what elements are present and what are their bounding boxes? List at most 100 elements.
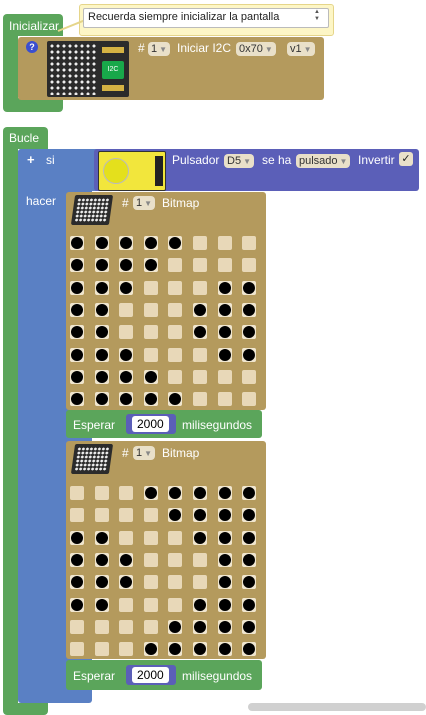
led-cell[interactable] <box>119 325 134 340</box>
led-cell[interactable] <box>193 508 207 523</box>
button-state-dropdown[interactable]: pulsado ▼ <box>296 153 351 168</box>
led-cell[interactable] <box>143 642 158 657</box>
led-cell[interactable] <box>242 236 257 250</box>
led-cell[interactable] <box>168 619 183 634</box>
led-cell[interactable] <box>94 508 109 523</box>
led-cell[interactable] <box>70 642 84 657</box>
led-cell[interactable] <box>193 392 207 407</box>
led-cell[interactable] <box>94 530 109 545</box>
led-cell[interactable] <box>94 642 109 657</box>
bitmap-1-index-dropdown[interactable]: 1 ▼ <box>133 195 156 210</box>
led-cell[interactable] <box>119 258 134 273</box>
led-cell[interactable] <box>217 392 232 407</box>
wait-2-input[interactable]: 2000 <box>132 667 169 683</box>
led-cell[interactable] <box>119 530 134 545</box>
led-cell[interactable] <box>217 325 232 340</box>
led-cell[interactable] <box>119 642 134 657</box>
led-cell[interactable] <box>193 642 207 657</box>
led-cell[interactable] <box>242 597 257 612</box>
led-cell[interactable] <box>94 575 109 590</box>
led-cell[interactable] <box>119 302 134 317</box>
led-cell[interactable] <box>217 369 232 384</box>
led-cell[interactable] <box>94 280 109 295</box>
led-cell[interactable] <box>119 597 134 612</box>
led-cell[interactable] <box>143 302 158 317</box>
led-cell[interactable] <box>143 552 158 567</box>
led-cell[interactable] <box>242 325 257 340</box>
led-cell[interactable] <box>168 486 183 500</box>
led-cell[interactable] <box>70 325 84 340</box>
led-cell[interactable] <box>193 619 207 634</box>
wait-1-input[interactable]: 2000 <box>132 416 169 432</box>
led-cell[interactable] <box>242 508 257 523</box>
led-cell[interactable] <box>119 552 134 567</box>
led-cell[interactable] <box>217 619 232 634</box>
led-cell[interactable] <box>70 347 84 362</box>
led-cell[interactable] <box>242 530 257 545</box>
led-cell[interactable] <box>70 552 84 567</box>
led-cell[interactable] <box>143 486 158 500</box>
if-plus-icon[interactable]: + <box>27 152 35 167</box>
led-cell[interactable] <box>70 530 84 545</box>
led-cell[interactable] <box>70 369 84 384</box>
led-cell[interactable] <box>217 642 232 657</box>
horizontal-scrollbar[interactable] <box>248 703 426 711</box>
i2c-address-dropdown[interactable]: 0x70 ▼ <box>236 41 276 56</box>
led-cell[interactable] <box>143 619 158 634</box>
led-cell[interactable] <box>242 280 257 295</box>
led-cell[interactable] <box>242 552 257 567</box>
led-cell[interactable] <box>193 258 207 273</box>
led-cell[interactable] <box>94 552 109 567</box>
led-cell[interactable] <box>119 347 134 362</box>
led-cell[interactable] <box>193 552 207 567</box>
led-cell[interactable] <box>168 597 183 612</box>
led-cell[interactable] <box>217 258 232 273</box>
comment-scroll-arrows[interactable]: ▲ ▼ <box>314 9 320 23</box>
led-cell[interactable] <box>242 486 257 500</box>
led-cell[interactable] <box>193 369 207 384</box>
led-cell[interactable] <box>168 392 183 407</box>
led-cell[interactable] <box>242 392 257 407</box>
led-cell[interactable] <box>94 369 109 384</box>
led-cell[interactable] <box>70 302 84 317</box>
led-cell[interactable] <box>168 236 183 250</box>
led-cell[interactable] <box>242 258 257 273</box>
led-cell[interactable] <box>143 597 158 612</box>
led-cell[interactable] <box>217 347 232 362</box>
led-cell[interactable] <box>217 280 232 295</box>
invert-checkbox[interactable]: ✓ <box>399 152 413 166</box>
led-cell[interactable] <box>143 325 158 340</box>
led-cell[interactable] <box>193 530 207 545</box>
led-cell[interactable] <box>242 369 257 384</box>
led-cell[interactable] <box>242 642 257 657</box>
led-cell[interactable] <box>143 392 158 407</box>
led-cell[interactable] <box>70 486 84 500</box>
led-cell[interactable] <box>70 258 84 273</box>
led-cell[interactable] <box>143 575 158 590</box>
led-cell[interactable] <box>168 508 183 523</box>
led-cell[interactable] <box>143 236 158 250</box>
led-cell[interactable] <box>143 280 158 295</box>
led-cell[interactable] <box>94 302 109 317</box>
led-cell[interactable] <box>70 597 84 612</box>
led-cell[interactable] <box>94 392 109 407</box>
led-cell[interactable] <box>217 530 232 545</box>
led-cell[interactable] <box>168 258 183 273</box>
led-cell[interactable] <box>168 302 183 317</box>
led-cell[interactable] <box>119 280 134 295</box>
led-cell[interactable] <box>119 392 134 407</box>
led-cell[interactable] <box>193 597 207 612</box>
led-cell[interactable] <box>217 302 232 317</box>
led-cell[interactable] <box>217 508 232 523</box>
led-cell[interactable] <box>119 369 134 384</box>
led-cell[interactable] <box>119 486 134 500</box>
led-cell[interactable] <box>242 302 257 317</box>
led-cell[interactable] <box>94 325 109 340</box>
led-cell[interactable] <box>168 575 183 590</box>
led-cell[interactable] <box>193 486 207 500</box>
led-cell[interactable] <box>94 486 109 500</box>
led-cell[interactable] <box>217 486 232 500</box>
led-cell[interactable] <box>168 369 183 384</box>
led-cell[interactable] <box>94 619 109 634</box>
led-cell[interactable] <box>242 347 257 362</box>
